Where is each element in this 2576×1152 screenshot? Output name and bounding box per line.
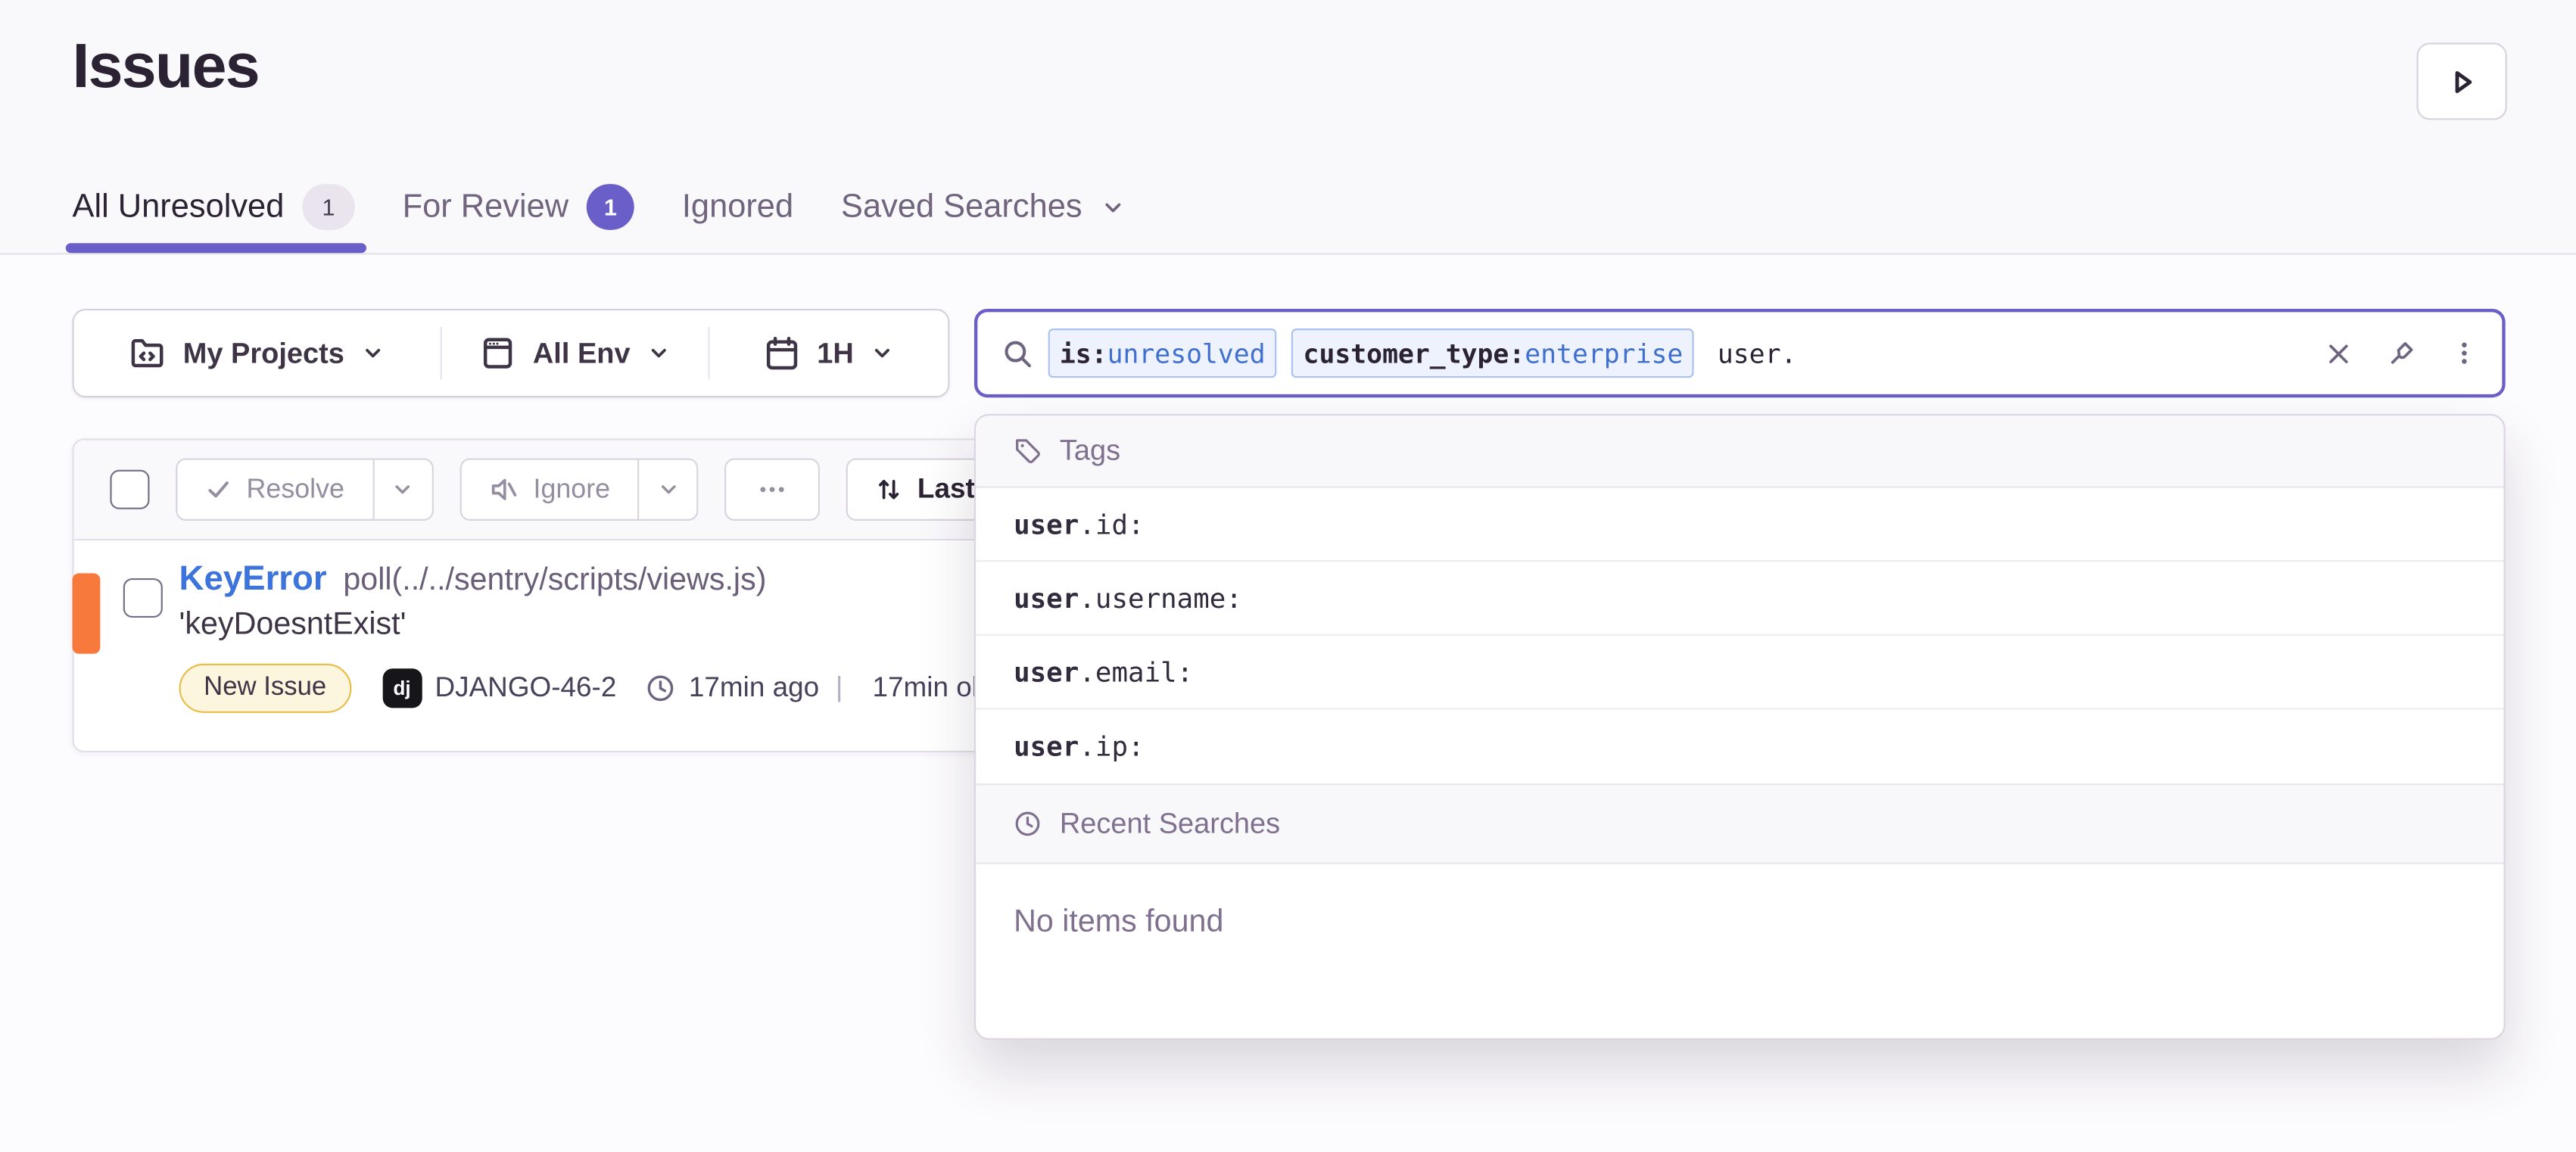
- suggestion-user-username[interactable]: user.username:: [976, 562, 2503, 636]
- tab-label: Saved Searches: [841, 188, 1082, 226]
- search-options-kebab-icon[interactable]: [2451, 340, 2478, 366]
- tab-saved-searches[interactable]: Saved Searches: [841, 188, 1125, 226]
- token-key: is:: [1060, 338, 1107, 369]
- suggestion-match: user: [1014, 731, 1079, 762]
- recent-searches-header: Recent Searches: [976, 783, 2503, 864]
- ignore-button[interactable]: Ignore: [459, 459, 640, 521]
- search-input[interactable]: is:unresolved customer_type:enterprise u…: [974, 309, 2506, 397]
- resolve-dropdown-button[interactable]: [374, 459, 433, 521]
- search-token-customer-type[interactable]: customer_type:enterprise: [1291, 328, 1694, 378]
- suggestion-match: user: [1014, 509, 1079, 540]
- select-all-checkbox[interactable]: [110, 470, 149, 509]
- search-typed-text: user.: [1718, 338, 1797, 369]
- search-icon: [1002, 338, 1033, 369]
- chevron-down-icon: [391, 478, 414, 501]
- chevron-down-icon: [646, 341, 669, 364]
- resolve-split-button: Resolve: [176, 459, 433, 521]
- play-icon: [2445, 65, 2478, 98]
- ignore-dropdown-button[interactable]: [640, 459, 699, 521]
- clock-icon: [646, 674, 675, 703]
- mute-icon: [489, 475, 519, 504]
- issue-level-indicator: [72, 573, 100, 653]
- new-issue-badge: New Issue: [179, 664, 351, 713]
- search-autocomplete-dropdown: Tags user.id: user.username: user.email:…: [974, 414, 2506, 1040]
- pin-search-button[interactable]: [2387, 338, 2416, 368]
- suggestion-rest: .id:: [1079, 509, 1144, 540]
- chevron-down-icon: [657, 478, 680, 501]
- tab-ignored[interactable]: Ignored: [682, 188, 793, 226]
- timerange-filter-label: 1H: [817, 336, 854, 371]
- issue-title-link[interactable]: KeyError: [179, 560, 327, 599]
- suggestion-user-email[interactable]: user.email:: [976, 636, 2503, 710]
- environment-filter-label: All Env: [533, 336, 631, 371]
- no-items-message: No items found: [976, 864, 2503, 982]
- tab-label: All Unresolved: [72, 188, 284, 226]
- tab-all-unresolved[interactable]: All Unresolved 1: [72, 184, 354, 230]
- calendar-icon: [765, 335, 801, 372]
- clock-icon: [1014, 810, 1042, 838]
- suggestion-rest: .email:: [1079, 656, 1193, 687]
- project-short-id: DJANGO-46-2: [435, 672, 616, 705]
- issue-last-seen: 17min ago: [689, 672, 819, 705]
- tab-label: Ignored: [682, 188, 793, 226]
- tab-count-badge: 1: [302, 184, 354, 230]
- ignore-label: Ignore: [534, 474, 611, 505]
- suggestion-user-ip[interactable]: user.ip:: [976, 710, 2503, 784]
- filter-bar: My Projects All Env 1H: [72, 309, 949, 397]
- chevron-down-icon: [1100, 195, 1125, 220]
- project-filter-button[interactable]: My Projects: [74, 310, 441, 396]
- replay-button[interactable]: [2416, 42, 2506, 120]
- chevron-down-icon: [361, 341, 384, 364]
- issues-page: Issues All Unresolved 1 For Review 1 Ign…: [0, 0, 2576, 1151]
- ellipsis-icon: [758, 475, 787, 504]
- tags-header-label: Tags: [1060, 434, 1120, 469]
- suggestion-match: user: [1014, 582, 1079, 613]
- suggestion-user-id[interactable]: user.id:: [976, 488, 2503, 562]
- django-project-icon: dj: [382, 668, 422, 708]
- page-title: Issues: [72, 33, 258, 103]
- tags-section-header: Tags: [976, 416, 2503, 487]
- more-actions-button[interactable]: [725, 459, 821, 521]
- search-token-is-unresolved[interactable]: is:unresolved: [1048, 328, 1277, 378]
- suggestion-rest: .username:: [1079, 582, 1242, 613]
- resolve-label: Resolve: [247, 474, 344, 505]
- token-key: customer_type:: [1304, 338, 1525, 369]
- clear-search-button[interactable]: [2325, 339, 2353, 367]
- issue-tabs: All Unresolved 1 For Review 1 Ignored Sa…: [72, 184, 1125, 230]
- tab-count-badge: 1: [587, 184, 634, 230]
- resolve-button[interactable]: Resolve: [176, 459, 374, 521]
- page-header: Issues All Unresolved 1 For Review 1 Ign…: [0, 0, 2576, 254]
- suggestion-rest: .ip:: [1079, 731, 1144, 762]
- projects-folder-icon: [130, 335, 167, 372]
- recent-searches-label: Recent Searches: [1060, 807, 1280, 842]
- issue-checkbox[interactable]: [123, 578, 163, 618]
- ignore-split-button: Ignore: [459, 459, 699, 521]
- token-value: unresolved: [1107, 338, 1266, 369]
- environment-filter-button[interactable]: All Env: [442, 310, 709, 396]
- chevron-down-icon: [871, 341, 893, 364]
- tag-icon: [1014, 437, 1042, 465]
- environment-window-icon: [480, 335, 516, 372]
- suggestion-match: user: [1014, 656, 1079, 687]
- tab-label: For Review: [403, 188, 569, 226]
- age-divider: |: [836, 672, 843, 705]
- token-value: enterprise: [1525, 338, 1683, 369]
- timerange-filter-button[interactable]: 1H: [710, 310, 948, 396]
- sort-arrows-icon: [877, 476, 903, 503]
- issue-culprit: poll(../../sentry/scripts/views.js): [343, 563, 766, 599]
- tab-for-review[interactable]: For Review 1: [403, 184, 634, 230]
- check-icon: [205, 476, 232, 503]
- project-filter-label: My Projects: [183, 336, 344, 371]
- active-tab-underline: [66, 243, 366, 253]
